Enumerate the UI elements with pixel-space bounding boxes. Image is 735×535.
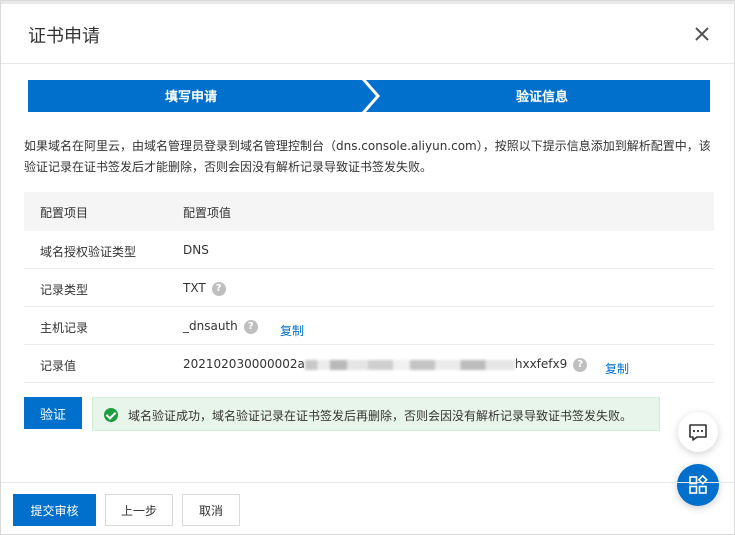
chat-icon [689,424,707,441]
question-circle-icon[interactable]: ? [211,281,226,296]
instruction-text: 如果域名在阿里云，由域名管理员登录到域名管理控制台（dns.console.al… [24,139,711,174]
chat-float-button[interactable] [678,412,718,452]
table-row: 域名授权验证类型 DNS [24,231,714,269]
table-row: 主机记录 _dnsauth? 复制 [24,307,714,345]
host-record-value: _dnsauth [183,319,238,333]
row-value: _dnsauth? [183,319,258,334]
header-config-item: 配置项目 [40,206,89,220]
certificate-application-dialog: 证书申请 填写申请 验证信息 如果域名在阿里云，由域名管理员登录到域名管理控制台… [0,0,735,535]
success-message: 域名验证成功，域名验证记录在证书签发后再删除，否则会因没有解析记录导致证书签发失… [92,397,660,431]
previous-step-button[interactable]: 上一步 [105,494,173,526]
copy-record-value-link[interactable]: 复制 [605,360,629,377]
row-value: DNS [183,243,209,257]
table-row: 记录值 202102030000002a hxxfefx9? 复制 [24,345,714,383]
dialog-title: 证书申请 [28,26,100,47]
dialog-footer: 提交审核 上一步 取消 [1,482,734,534]
check-circle-icon [104,408,118,422]
table-row: 记录类型 TXT? [24,269,714,307]
step-progress: 填写申请 验证信息 [28,80,710,112]
row-key: 记录类型 [40,283,89,297]
copy-host-record-link[interactable]: 复制 [280,322,304,339]
verify-button[interactable]: 验证 [24,397,82,429]
row-key: 域名授权验证类型 [40,245,137,259]
record-type-value: TXT [183,281,206,295]
redacted-record-value [304,359,515,370]
table-header-row: 配置项目 配置项值 [24,192,714,231]
record-value-prefix: 202102030000002a [183,357,305,371]
question-circle-icon[interactable]: ? [243,319,258,334]
step-2-label: 验证信息 [516,90,569,105]
row-key: 主机记录 [40,321,89,335]
header-config-value: 配置项值 [183,206,232,220]
success-text: 域名验证成功，域名验证记录在证书签发后再删除，否则会因没有解析记录导致证书签发失… [128,409,633,423]
config-table: 配置项目 配置项值 域名授权验证类型 DNS 记录类型 TXT? 主机记录 _d… [24,192,714,383]
submit-review-button[interactable]: 提交审核 [13,494,96,526]
record-value-suffix: hxxfefx9 [514,357,568,371]
cancel-button[interactable]: 取消 [182,494,240,526]
row-value: TXT? [183,281,226,296]
question-circle-icon[interactable]: ? [573,357,588,372]
step-bar-graphic [28,80,710,112]
row-value: 202102030000002a hxxfefx9? [183,357,588,372]
dialog-header: 证书申请 [1,4,734,64]
row-key: 记录值 [40,359,77,373]
close-icon[interactable] [690,22,714,46]
step-1-label: 填写申请 [165,90,218,105]
